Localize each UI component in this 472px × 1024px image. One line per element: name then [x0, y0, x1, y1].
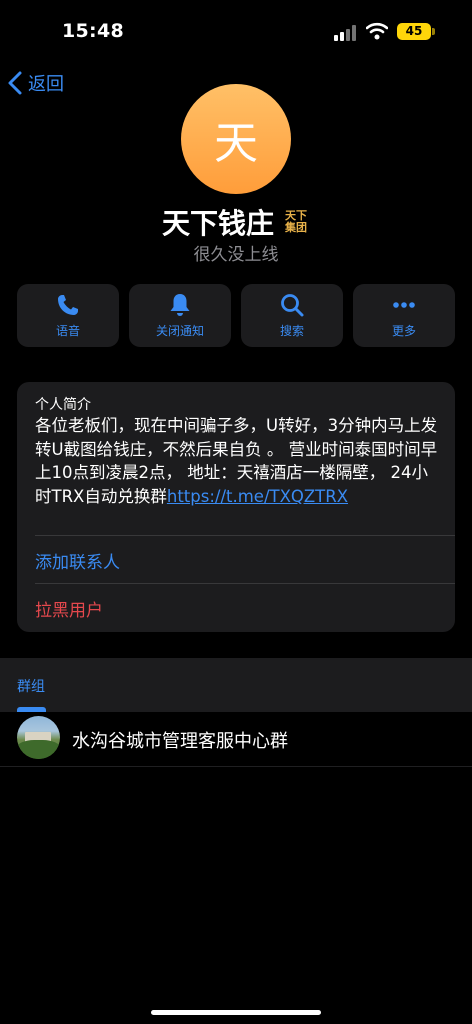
- chevron-left-icon: [8, 71, 22, 95]
- home-indicator[interactable]: [151, 1010, 321, 1015]
- wifi-icon: [366, 22, 388, 40]
- action-bar: 语音 关闭通知 搜索 更多: [17, 284, 455, 347]
- group-avatar: [17, 716, 60, 759]
- mute-notifications-label: 关闭通知: [155, 324, 204, 338]
- more-icon: [393, 302, 415, 308]
- last-seen-status: 很久没上线: [193, 245, 279, 265]
- divider: [0, 766, 472, 767]
- bell-icon: [170, 294, 190, 316]
- search-icon: [281, 294, 304, 317]
- more-label: 更多: [391, 324, 416, 338]
- voice-call-button[interactable]: 语音: [17, 284, 119, 347]
- search-label: 搜索: [279, 324, 304, 338]
- battery-icon: [432, 28, 435, 35]
- battery-level: 45: [397, 23, 431, 40]
- mute-notifications-button[interactable]: 关闭通知: [129, 284, 231, 347]
- search-button[interactable]: 搜索: [241, 284, 343, 347]
- group-seal-emoji: 天下 集团: [285, 209, 307, 234]
- back-button[interactable]: 返回: [6, 68, 64, 98]
- profile-avatar[interactable]: 天: [181, 84, 291, 194]
- status-time: 15:48: [62, 20, 124, 42]
- bio-text-block: 各位老板们，现在中间骗子多，U转好，3分钟内马上发转U截图给钱庄，不然后果自负 …: [35, 414, 443, 508]
- tab-groups[interactable]: 群组: [17, 676, 45, 696]
- bio-link[interactable]: https://t.me/TXQZTRX: [167, 487, 348, 506]
- more-button[interactable]: 更多: [353, 284, 455, 347]
- group-name[interactable]: 水沟谷城市管理客服中心群: [72, 727, 288, 753]
- groups-tab-bar: [0, 658, 472, 712]
- back-label: 返回: [28, 74, 64, 95]
- profile-name: 天下钱庄: [161, 207, 274, 240]
- divider: [35, 535, 455, 536]
- add-contact-button[interactable]: 添加联系人: [35, 548, 120, 573]
- voice-call-label: 语音: [55, 324, 80, 338]
- phone-icon: [58, 295, 78, 315]
- divider: [35, 583, 455, 584]
- bio-card: 个人简介 各位老板们，现在中间骗子多，U转好，3分钟内马上发转U截图给钱庄，不然…: [17, 382, 455, 632]
- block-user-button[interactable]: 拉黑用户: [35, 596, 103, 621]
- cellular-signal-icon: [334, 25, 356, 41]
- bio-title: 个人简介: [35, 397, 91, 413]
- profile-name-row: 天下钱庄 天下 集团: [0, 202, 472, 242]
